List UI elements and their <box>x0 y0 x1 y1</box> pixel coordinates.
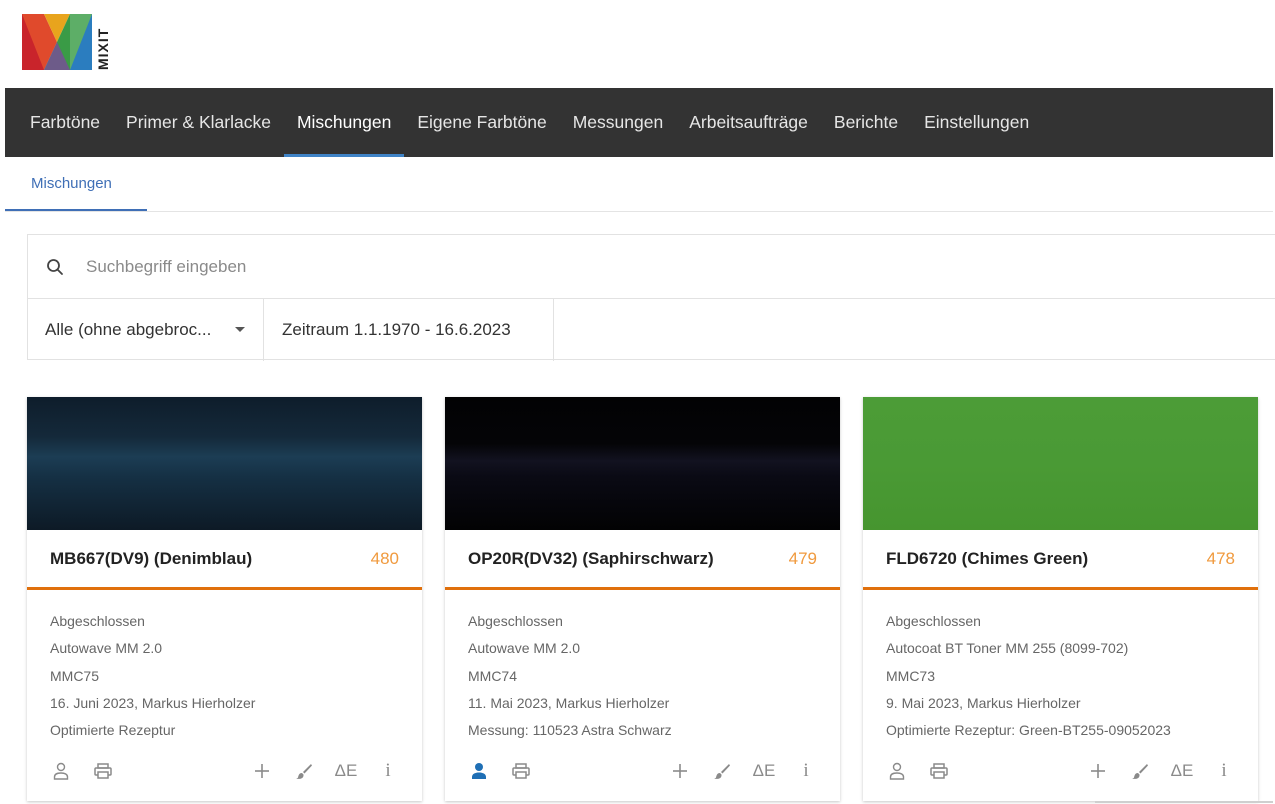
brush-icon <box>296 764 312 779</box>
print-button[interactable] <box>927 759 951 783</box>
mix-card[interactable]: OP20R(DV32) (Saphirschwarz) 479 Abgeschl… <box>445 397 840 801</box>
nav-item-farbtoene[interactable]: Farbtöne <box>5 88 113 157</box>
card-title: FLD6720 (Chimes Green) <box>886 548 1089 568</box>
user-button[interactable] <box>467 759 491 783</box>
brush-icon <box>714 764 730 779</box>
brush-button[interactable] <box>292 759 316 783</box>
search-bar <box>28 235 1275 299</box>
add-button[interactable] <box>250 759 274 783</box>
filter-row: Alle (ohne abgebroc... Zeitraum 1.1.1970… <box>28 299 1275 361</box>
user-button[interactable] <box>49 759 73 783</box>
info-icon: i <box>385 760 391 781</box>
status-filter-value: Alle (ohne abgebroc... <box>45 320 212 339</box>
card-header: FLD6720 (Chimes Green) 478 <box>863 530 1258 590</box>
card-actions: ΔE i <box>863 758 1258 784</box>
card-details: Abgeschlossen Autowave MM 2.0 MMC74 11. … <box>445 590 840 744</box>
info-icon: i <box>1221 760 1227 781</box>
card-count: 478 <box>1206 548 1235 568</box>
add-button[interactable] <box>1086 759 1110 783</box>
card-code: MMC73 <box>886 667 936 684</box>
card-product: Autowave MM 2.0 <box>50 640 163 657</box>
mixit-logo-mark-icon <box>22 14 92 70</box>
nav-item-arbeitsauftraege[interactable]: Arbeitsaufträge <box>676 88 821 157</box>
nav-item-einstellungen[interactable]: Einstellungen <box>911 88 1042 157</box>
nav-item-mischungen[interactable]: Mischungen <box>283 88 405 157</box>
mix-card[interactable]: MB667(DV9) (Denimblau) 480 Abgeschlossen… <box>27 397 422 801</box>
printer-icon <box>930 763 948 779</box>
card-status: Abgeschlossen <box>468 613 563 629</box>
card-date-user: 16. Juni 2023, Markus Hierholzer <box>50 694 256 711</box>
card-recipe: Optimierte Rezeptur <box>50 722 176 739</box>
print-button[interactable] <box>91 759 115 783</box>
card-title: OP20R(DV32) (Saphirschwarz) <box>468 548 714 568</box>
card-code: MMC74 <box>468 667 518 684</box>
user-button[interactable] <box>885 759 909 783</box>
delta-e-label: ΔE <box>752 761 776 780</box>
user-filled-icon <box>472 763 486 779</box>
mix-card[interactable]: FLD6720 (Chimes Green) 478 Abgeschlossen… <box>863 397 1258 801</box>
color-swatch <box>27 397 422 530</box>
card-measurement: Messung: 110523 Astra Schwarz <box>468 722 672 739</box>
color-swatch <box>863 397 1258 530</box>
card-details: Abgeschlossen Autocoat BT Toner MM 255 (… <box>863 590 1258 744</box>
nav-item-eigene-farbtoene[interactable]: Eigene Farbtöne <box>404 88 559 157</box>
tab-mischungen[interactable]: Mischungen <box>5 157 147 211</box>
plus-icon <box>1091 764 1105 778</box>
card-status: Abgeschlossen <box>50 613 145 629</box>
brush-icon <box>1132 764 1148 779</box>
user-outline-icon <box>53 762 69 780</box>
card-actions: ΔE i <box>445 758 840 784</box>
card-code: MMC75 <box>50 667 100 684</box>
logo-wordmark: MIXIT <box>95 27 111 70</box>
info-button[interactable]: i <box>1212 759 1236 783</box>
brush-button[interactable] <box>1128 759 1152 783</box>
status-filter-dropdown[interactable]: Alle (ohne abgebroc... <box>28 299 264 361</box>
nav-item-primer-klarlacke[interactable]: Primer & Klarlacke <box>113 88 284 157</box>
filter-panel: Alle (ohne abgebroc... Zeitraum 1.1.1970… <box>27 234 1275 361</box>
card-product: Autowave MM 2.0 <box>468 640 581 657</box>
main-navigation: Farbtöne Primer & Klarlacke Mischungen E… <box>5 88 1273 157</box>
user-outline-icon <box>889 762 905 780</box>
card-header: OP20R(DV32) (Saphirschwarz) 479 <box>445 530 840 590</box>
plus-icon <box>255 764 269 778</box>
info-button[interactable]: i <box>794 759 818 783</box>
card-count: 479 <box>788 548 817 568</box>
printer-icon <box>512 763 530 779</box>
delta-e-label: ΔE <box>1170 761 1194 780</box>
mixit-logo: MIXIT <box>22 14 111 72</box>
sub-tab-bar: Mischungen <box>5 157 1273 212</box>
delta-e-button[interactable]: ΔE <box>334 759 358 783</box>
search-input[interactable] <box>84 255 988 278</box>
color-swatch <box>445 397 840 530</box>
scroll-indicator <box>1095 801 1273 803</box>
search-icon <box>47 258 63 275</box>
card-recipe: Optimierte Rezeptur: Green-BT255-0905202… <box>886 722 1171 739</box>
print-button[interactable] <box>509 759 533 783</box>
delta-e-button[interactable]: ΔE <box>1170 759 1194 783</box>
delta-e-label: ΔE <box>334 761 358 780</box>
info-button[interactable]: i <box>376 759 400 783</box>
card-title: MB667(DV9) (Denimblau) <box>50 548 253 568</box>
card-header: MB667(DV9) (Denimblau) 480 <box>27 530 422 590</box>
card-status: Abgeschlossen <box>886 613 981 629</box>
nav-item-messungen[interactable]: Messungen <box>560 88 676 157</box>
brush-button[interactable] <box>710 759 734 783</box>
delta-e-button[interactable]: ΔE <box>752 759 776 783</box>
date-range-filter[interactable]: Zeitraum 1.1.1970 - 16.6.2023 <box>264 299 554 361</box>
card-actions: ΔE i <box>27 758 422 784</box>
card-product: Autocoat BT Toner MM 255 (8099-702) <box>886 640 1129 657</box>
nav-item-berichte[interactable]: Berichte <box>821 88 911 157</box>
card-details: Abgeschlossen Autowave MM 2.0 MMC75 16. … <box>27 590 422 744</box>
printer-icon <box>94 763 112 779</box>
card-date-user: 11. Mai 2023, Markus Hierholzer <box>468 694 670 711</box>
card-date-user: 9. Mai 2023, Markus Hierholzer <box>886 694 1081 711</box>
plus-icon <box>673 764 687 778</box>
date-range-value: Zeitraum 1.1.1970 - 16.6.2023 <box>282 320 511 339</box>
caret-down-icon <box>235 327 245 332</box>
info-icon: i <box>803 760 809 781</box>
card-count: 480 <box>370 548 399 568</box>
add-button[interactable] <box>668 759 692 783</box>
